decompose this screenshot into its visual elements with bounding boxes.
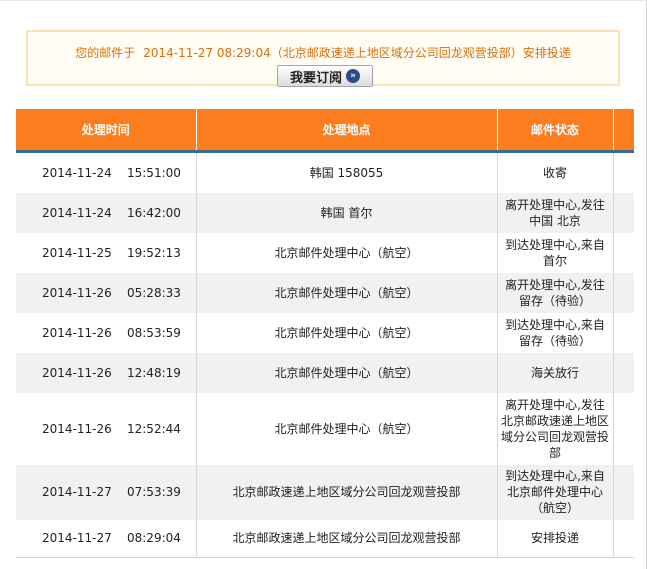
row-spacer <box>612 312 634 353</box>
double-chevron-right-icon: » <box>346 69 360 83</box>
row-place: 北京邮件处理中心（航空） <box>195 352 497 393</box>
row-time: 2014-11-27 08:29:04 <box>16 519 196 558</box>
row-time: 2014-11-26 08:53:59 <box>16 312 196 353</box>
row-status: 到达处理中心,来自北京邮件处理中心（航空） <box>496 464 613 520</box>
tracking-table: 处理时间 处理地点 邮件状态 2014-11-24 15:51:00 韩国 15… <box>16 109 634 558</box>
row-place: 北京邮件处理中心（航空） <box>195 232 497 273</box>
row-place: 北京邮件处理中心（航空） <box>195 392 497 465</box>
row-status: 离开处理中心,发往北京邮政速递上地区域分公司回龙观营投部 <box>496 392 613 465</box>
header-time: 处理时间 <box>16 109 196 153</box>
header-place: 处理地点 <box>195 109 497 153</box>
table-header-row: 处理时间 处理地点 邮件状态 <box>16 109 634 153</box>
row-spacer <box>612 464 634 520</box>
table-row: 2014-11-24 16:42:00 韩国 首尔 离开处理中心,发往中国 北京 <box>16 192 634 233</box>
row-status: 离开处理中心,发往中国 北京 <box>496 192 613 233</box>
row-place: 北京邮件处理中心（航空） <box>195 272 497 313</box>
row-spacer <box>612 352 634 393</box>
row-spacer <box>612 392 634 465</box>
row-status: 离开处理中心,发往留存（待验） <box>496 272 613 313</box>
row-spacer <box>612 232 634 273</box>
table-row: 2014-11-26 12:52:44 北京邮件处理中心（航空） 离开处理中心,… <box>16 392 634 465</box>
notice-status: 安排投递 <box>522 46 571 60</box>
row-status: 收寄 <box>496 151 613 193</box>
table-row: 2014-11-26 05:28:33 北京邮件处理中心（航空） 离开处理中心,… <box>16 272 634 313</box>
row-place: 北京邮政速递上地区域分公司回龙观营投部 <box>195 464 497 520</box>
row-time: 2014-11-26 05:28:33 <box>16 272 196 313</box>
notice-text: 您的邮件于 2014-11-27 08:29:04（北京邮政速递上地区域分公司回龙… <box>28 44 618 61</box>
subscribe-button-label: 我要订阅 <box>289 70 342 86</box>
delivery-notice: 您的邮件于 2014-11-27 08:29:04（北京邮政速递上地区域分公司回龙… <box>26 30 620 87</box>
row-status: 到达处理中心,来自留存（待验） <box>496 312 613 353</box>
row-place: 韩国 158055 <box>195 151 497 193</box>
row-time: 2014-11-26 12:52:44 <box>16 392 196 465</box>
notice-prefix: 您的邮件于 <box>75 46 136 60</box>
header-spacer <box>612 109 634 153</box>
row-spacer <box>612 192 634 233</box>
table-row: 2014-11-24 15:51:00 韩国 158055 收寄 <box>16 151 634 193</box>
row-spacer <box>612 272 634 313</box>
row-spacer <box>612 151 634 193</box>
top-divider <box>0 0 647 1</box>
row-place: 北京邮件处理中心（航空） <box>195 312 497 353</box>
table-row: 2014-11-26 08:53:59 北京邮件处理中心（航空） 到达处理中心,… <box>16 312 634 353</box>
row-status: 海关放行 <box>496 352 613 393</box>
row-time: 2014-11-26 12:48:19 <box>16 352 196 393</box>
row-spacer <box>612 519 634 558</box>
table-row: 2014-11-25 19:52:13 北京邮件处理中心（航空） 到达处理中心,… <box>16 232 634 273</box>
row-status: 安排投递 <box>496 519 613 558</box>
row-time: 2014-11-24 15:51:00 <box>16 151 196 193</box>
row-time: 2014-11-24 16:42:00 <box>16 192 196 233</box>
row-status: 到达处理中心,来自首尔 <box>496 232 613 273</box>
header-status: 邮件状态 <box>496 109 613 153</box>
notice-location: （北京邮政速递上地区域分公司回龙观营投部） <box>270 46 523 60</box>
row-place: 北京邮政速递上地区域分公司回龙观营投部 <box>195 519 497 558</box>
notice-datetime: 2014-11-27 08:29:04 <box>143 46 271 60</box>
table-row: 2014-11-26 12:48:19 北京邮件处理中心（航空） 海关放行 <box>16 352 634 393</box>
table-row: 2014-11-27 07:53:39 北京邮政速递上地区域分公司回龙观营投部 … <box>16 464 634 520</box>
subscribe-button[interactable]: 我要订阅 » <box>277 65 373 87</box>
row-time: 2014-11-27 07:53:39 <box>16 464 196 520</box>
row-place: 韩国 首尔 <box>195 192 497 233</box>
table-row: 2014-11-27 08:29:04 北京邮政速递上地区域分公司回龙观营投部 … <box>16 519 634 558</box>
row-time: 2014-11-25 19:52:13 <box>16 232 196 273</box>
